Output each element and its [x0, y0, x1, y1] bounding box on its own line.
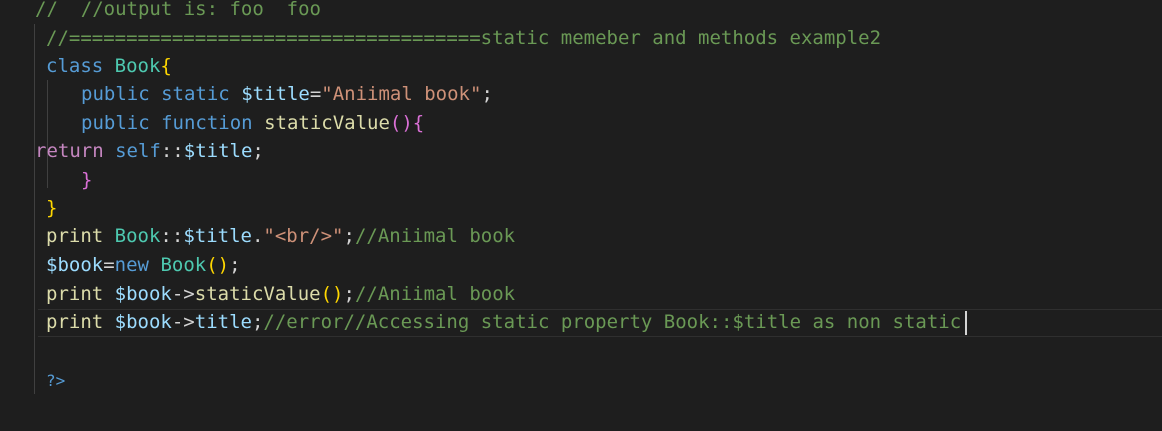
variable: $book	[114, 283, 172, 305]
semicolon: ;	[343, 283, 355, 305]
comment: //Aniimal book	[354, 225, 516, 247]
keyword: return	[35, 140, 104, 162]
variable: $book	[114, 311, 172, 333]
operator: .	[251, 225, 264, 247]
brace: }	[46, 197, 58, 219]
code-line-4[interactable]: public static $title="Aniimal book";	[81, 80, 493, 108]
comment: //error//Accessing static property Book:…	[263, 311, 962, 333]
operator: ::	[160, 140, 184, 162]
method-name: staticValue	[194, 283, 321, 305]
string: "Aniimal book"	[321, 83, 482, 105]
code-line-6[interactable]: return self::$title;	[35, 137, 264, 165]
class-name: Book	[114, 225, 161, 247]
code-line-3[interactable]: class Book{	[46, 52, 172, 80]
code-line-8[interactable]: }	[46, 194, 57, 222]
property-name: title	[194, 311, 252, 333]
code-editor[interactable]: // //output is: foo foo //==============…	[0, 0, 1162, 431]
comment: // //output is: foo foo	[35, 0, 321, 20]
class-name: Book	[114, 55, 161, 77]
operator: =	[309, 83, 322, 105]
parens: ()	[206, 254, 230, 276]
code-line-7[interactable]: }	[81, 166, 92, 194]
string: "<br/>"	[263, 225, 344, 247]
code-line-9[interactable]: print Book::$title."<br/>";//Aniimal boo…	[46, 222, 515, 250]
variable: $title	[183, 225, 252, 247]
variable: $book	[46, 254, 104, 276]
function-name: print	[46, 225, 104, 247]
brace: }	[81, 169, 93, 191]
keyword: new	[114, 254, 149, 276]
semicolon: ;	[229, 254, 241, 276]
variable: $title	[241, 83, 310, 105]
class-name: Book	[160, 254, 207, 276]
comment: //Aniimal book	[354, 283, 516, 305]
code-line-10[interactable]: $book=new Book();	[46, 251, 241, 279]
parens: ()	[389, 112, 413, 134]
semicolon: ;	[343, 225, 355, 247]
operator: ->	[171, 311, 195, 333]
self-keyword: self	[115, 140, 161, 162]
code-line-11[interactable]: print $book->staticValue();//Aniimal boo…	[46, 280, 515, 308]
keyword: class	[46, 55, 104, 77]
variable: $title	[183, 140, 253, 162]
indent-guide	[47, 80, 48, 188]
code-line-1[interactable]: // //output is: foo foo	[35, 0, 321, 23]
php-close-tag: ?>	[46, 371, 66, 390]
operator: ->	[171, 283, 195, 305]
keyword: public	[81, 112, 150, 134]
brace: {	[412, 112, 425, 134]
parens: ()	[320, 283, 344, 305]
keyword: static	[161, 83, 230, 105]
function-name: print	[46, 283, 104, 305]
function-name: print	[46, 311, 104, 333]
brace: {	[160, 55, 172, 77]
operator: ::	[160, 225, 184, 247]
code-line-2[interactable]: //====================================st…	[46, 24, 881, 52]
keyword: function	[161, 112, 253, 134]
keyword: public	[81, 83, 150, 105]
semicolon: ;	[481, 83, 493, 105]
code-line-5[interactable]: public function staticValue(){	[81, 109, 424, 137]
text-cursor	[965, 310, 968, 335]
indent-guide	[34, 24, 35, 394]
semicolon: ;	[252, 140, 264, 162]
operator: =	[103, 254, 115, 276]
semicolon: ;	[251, 311, 264, 333]
comment: //====================================st…	[46, 27, 882, 49]
code-line-13[interactable]: ?>	[46, 366, 65, 394]
code-line-12[interactable]: print $book->title;//error//Accessing st…	[46, 308, 968, 336]
function-name: staticValue	[264, 112, 390, 134]
